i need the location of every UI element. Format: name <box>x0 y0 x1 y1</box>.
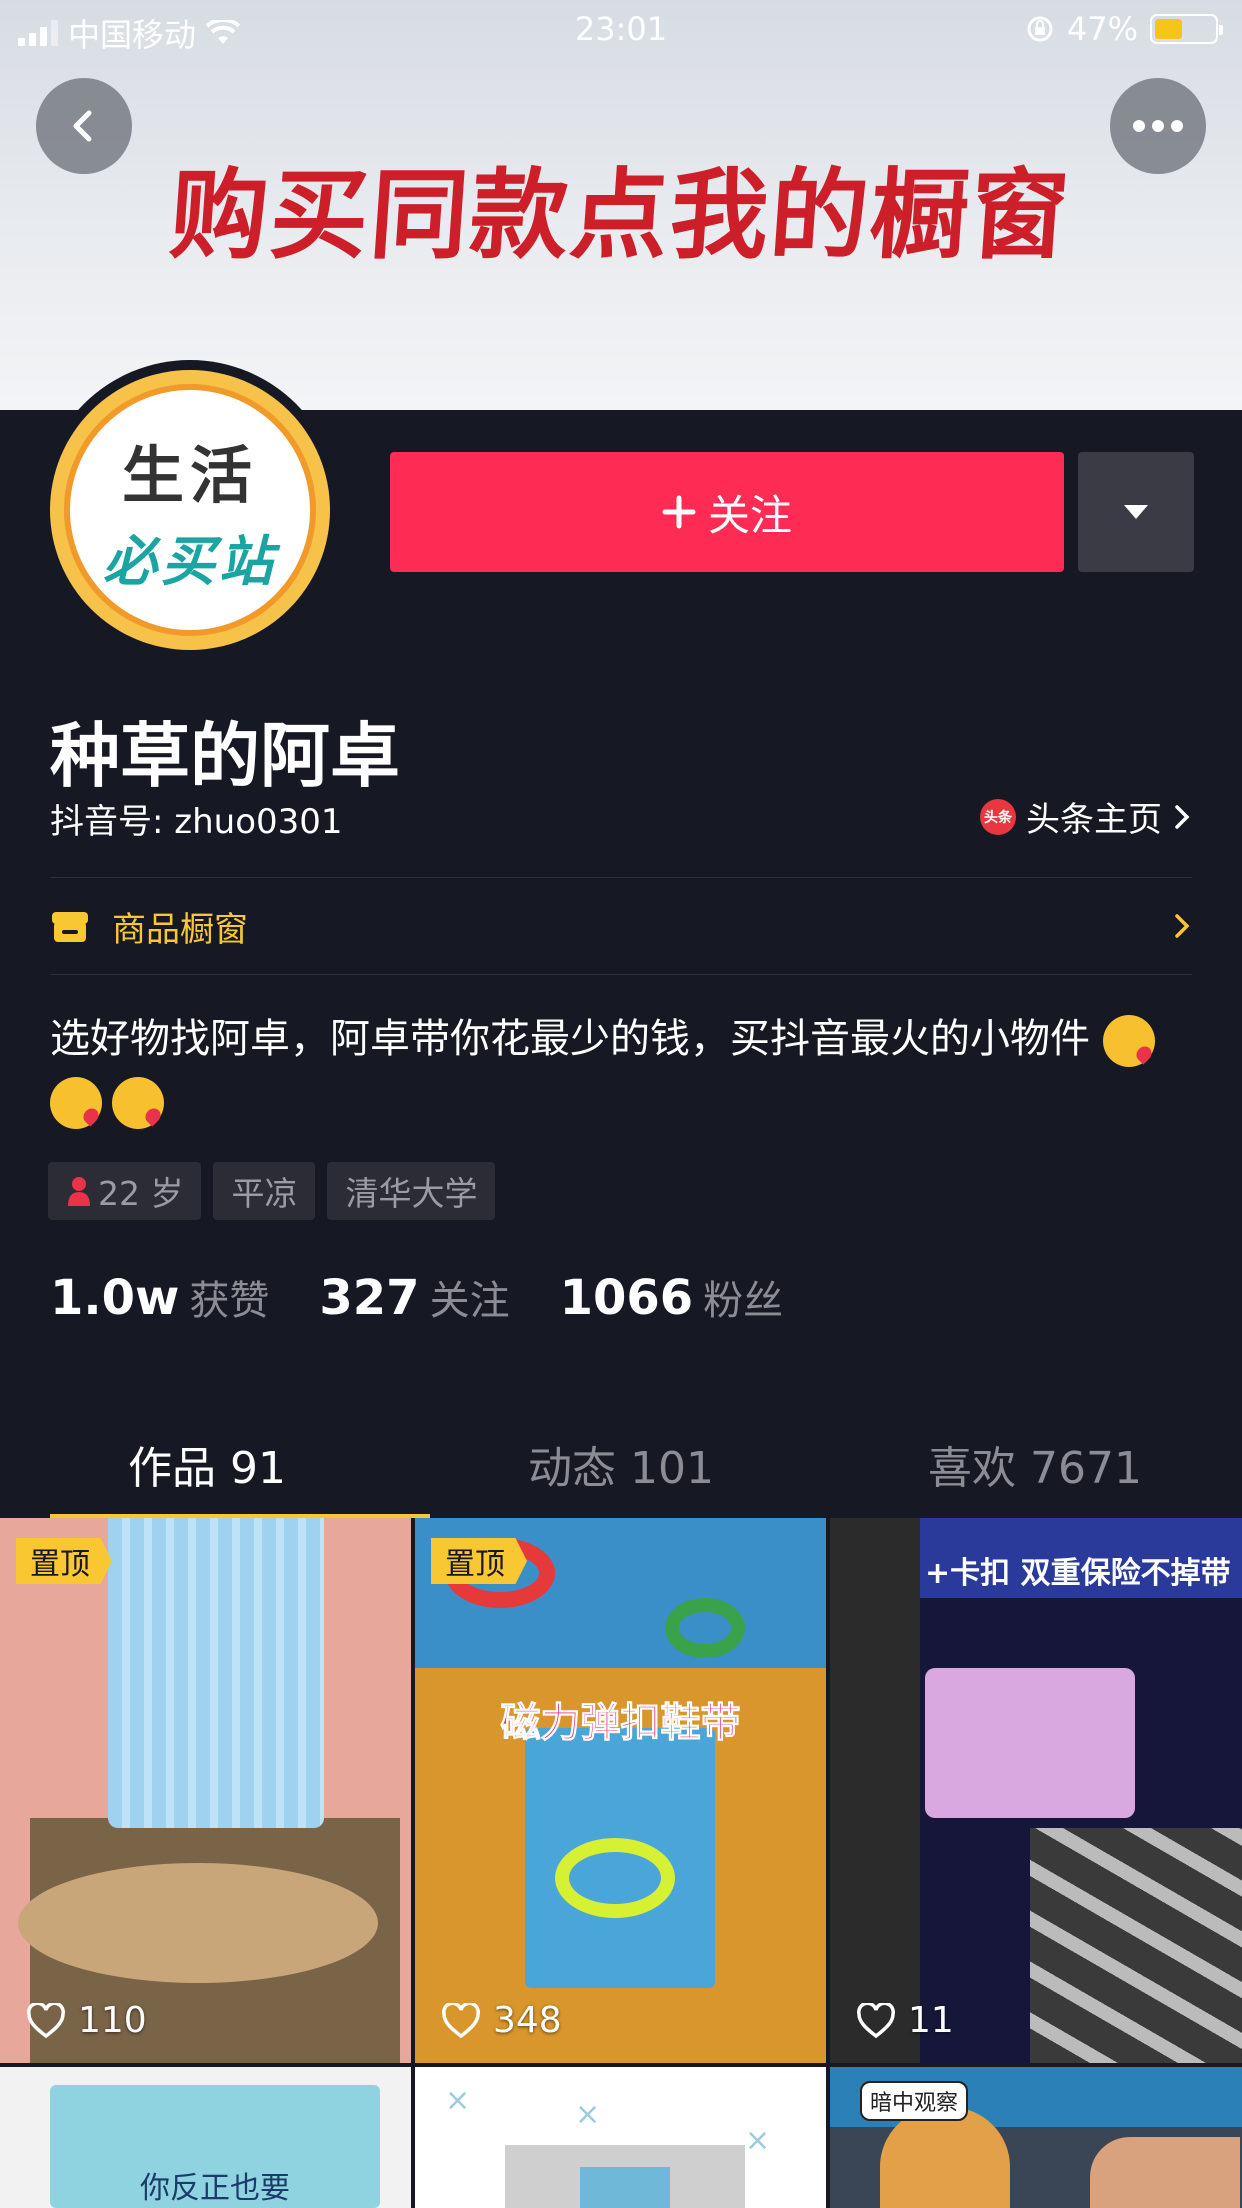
profile-banner: 购买同款点我的橱窗 <box>0 0 1242 410</box>
recommend-dropdown-button[interactable] <box>1078 452 1194 572</box>
toutiao-logo-icon: 头条 <box>980 798 1016 835</box>
city-tag: 平凉 <box>213 1162 316 1220</box>
likes-count: 11 <box>908 2000 954 2041</box>
tab-works[interactable]: 作品 91 <box>0 1410 414 1518</box>
tab-likes[interactable]: 喜欢 7671 <box>828 1410 1242 1518</box>
avatar-text-2: 必买站 <box>103 529 277 593</box>
banner-text: 购买同款点我的橱窗 <box>166 159 1075 273</box>
nickname: 种草的阿卓 <box>50 715 400 797</box>
battery-percent: 47% <box>1066 10 1138 48</box>
likes-count: 1.0w <box>50 1270 180 1326</box>
shop-icon <box>52 912 88 942</box>
following-count: 327 <box>319 1270 420 1326</box>
bio: 选好物找阿卓，阿卓带你花最少的钱，买抖音最火的小物件 <box>50 1008 1172 1132</box>
age-tag: 22 岁 <box>48 1162 202 1220</box>
tab-posts-label: 动态 101 <box>528 1443 714 1494</box>
heart-icon <box>857 2002 895 2038</box>
caret-down-icon <box>1124 505 1148 519</box>
follow-label: 关注 <box>707 490 792 540</box>
profile-tabs: 作品 91 动态 101 喜欢 7671 <box>0 1410 1242 1520</box>
video-thumbnail[interactable]: 暗中观察 <box>830 2067 1242 2208</box>
chevron-right-icon <box>1175 914 1190 938</box>
school-label: 清华大学 <box>345 1174 478 1213</box>
likes-stat[interactable]: 1.0w 获赞 <box>50 1268 269 1326</box>
more-dots-icon <box>1133 120 1183 132</box>
toutiao-link-label: 头条主页 <box>1026 800 1162 840</box>
video-thumbnail[interactable]: 你反正也要 <box>0 2067 411 2208</box>
video-likes: 110 <box>26 2000 147 2041</box>
tab-posts[interactable]: 动态 101 <box>414 1410 828 1518</box>
video-grid: 置顶 110 磁力弹扣鞋带 置顶 348 +卡扣 双重保险不掉带 11 你反正也… <box>0 1518 1242 2208</box>
kiss-emoji-icon <box>112 1077 164 1129</box>
chevron-left-icon <box>73 110 92 142</box>
battery-icon <box>1150 14 1223 44</box>
video-likes: 348 <box>441 2000 562 2041</box>
douyin-id: 抖音号: zhuo0301 <box>50 802 343 842</box>
video-caption: 磁力弹扣鞋带 <box>500 1700 741 1747</box>
age-label: 22 岁 <box>98 1174 184 1213</box>
kiss-emoji-icon <box>50 1077 102 1129</box>
following-label: 关注 <box>429 1278 510 1324</box>
video-caption: 暗中观察 <box>860 2081 969 2121</box>
tab-works-label: 作品 91 <box>128 1443 286 1494</box>
kiss-emoji-icon <box>1102 1015 1155 1067</box>
toutiao-homepage-link[interactable]: 头条 头条主页 <box>980 792 1192 841</box>
heart-icon <box>442 2002 480 2038</box>
likes-count: 110 <box>78 2000 147 2041</box>
follow-button[interactable]: 关注 <box>390 452 1064 572</box>
heart-icon <box>27 2002 65 2038</box>
plus-icon <box>662 495 696 529</box>
avatar[interactable]: 生活 必买站 <box>40 360 340 660</box>
back-button[interactable] <box>36 78 132 174</box>
product-showcase-link[interactable]: 商品橱窗 <box>50 878 1192 974</box>
city-label: 平凉 <box>231 1174 298 1213</box>
school-tag: 清华大学 <box>327 1162 496 1220</box>
video-thumbnail[interactable]: × × × <box>415 2067 826 2208</box>
orientation-lock-icon <box>1027 16 1053 42</box>
divider <box>50 974 1192 975</box>
profile-stats: 1.0w 获赞 327 关注 1066 粉丝 <box>50 1268 783 1326</box>
female-icon <box>68 1177 90 1206</box>
likes-label: 获赞 <box>189 1278 270 1324</box>
followers-label: 粉丝 <box>703 1278 784 1324</box>
following-stat[interactable]: 327 关注 <box>319 1268 509 1326</box>
video-likes: 11 <box>856 2000 954 2041</box>
video-caption: +卡扣 双重保险不掉带 <box>925 1556 1231 1591</box>
likes-count: 348 <box>493 2000 562 2041</box>
pinned-badge: 置顶 <box>431 1538 527 1584</box>
chevron-right-icon <box>1175 804 1190 829</box>
followers-stat[interactable]: 1066 粉丝 <box>560 1268 784 1326</box>
profile-tags: 22 岁 平凉 清华大学 <box>48 1162 496 1220</box>
video-thumbnail[interactable]: 置顶 110 <box>0 1518 411 2063</box>
profile-header: 生活 必买站 关注 种草的阿卓 抖音号: zhuo0301 头条 头条主页 商品… <box>0 360 1242 1520</box>
video-caption: 你反正也要 <box>140 2171 290 2206</box>
battery-fill <box>1155 19 1183 39</box>
shop-label: 商品橱窗 <box>112 909 248 950</box>
tab-likes-label: 喜欢 7671 <box>928 1443 1142 1494</box>
pinned-badge: 置顶 <box>16 1538 112 1584</box>
video-thumbnail[interactable]: +卡扣 双重保险不掉带 11 <box>830 1518 1242 2063</box>
video-thumbnail[interactable]: 磁力弹扣鞋带 置顶 348 <box>415 1518 826 2063</box>
followers-count: 1066 <box>559 1270 694 1326</box>
status-bar: 中国移动 23:01 47% <box>0 0 1242 60</box>
more-options-button[interactable] <box>1110 78 1206 174</box>
avatar-text-1: 生活 <box>121 438 258 512</box>
bio-text: 选好物找阿卓，阿卓带你花最少的钱，买抖音最火的小物件 <box>50 1016 1090 1062</box>
